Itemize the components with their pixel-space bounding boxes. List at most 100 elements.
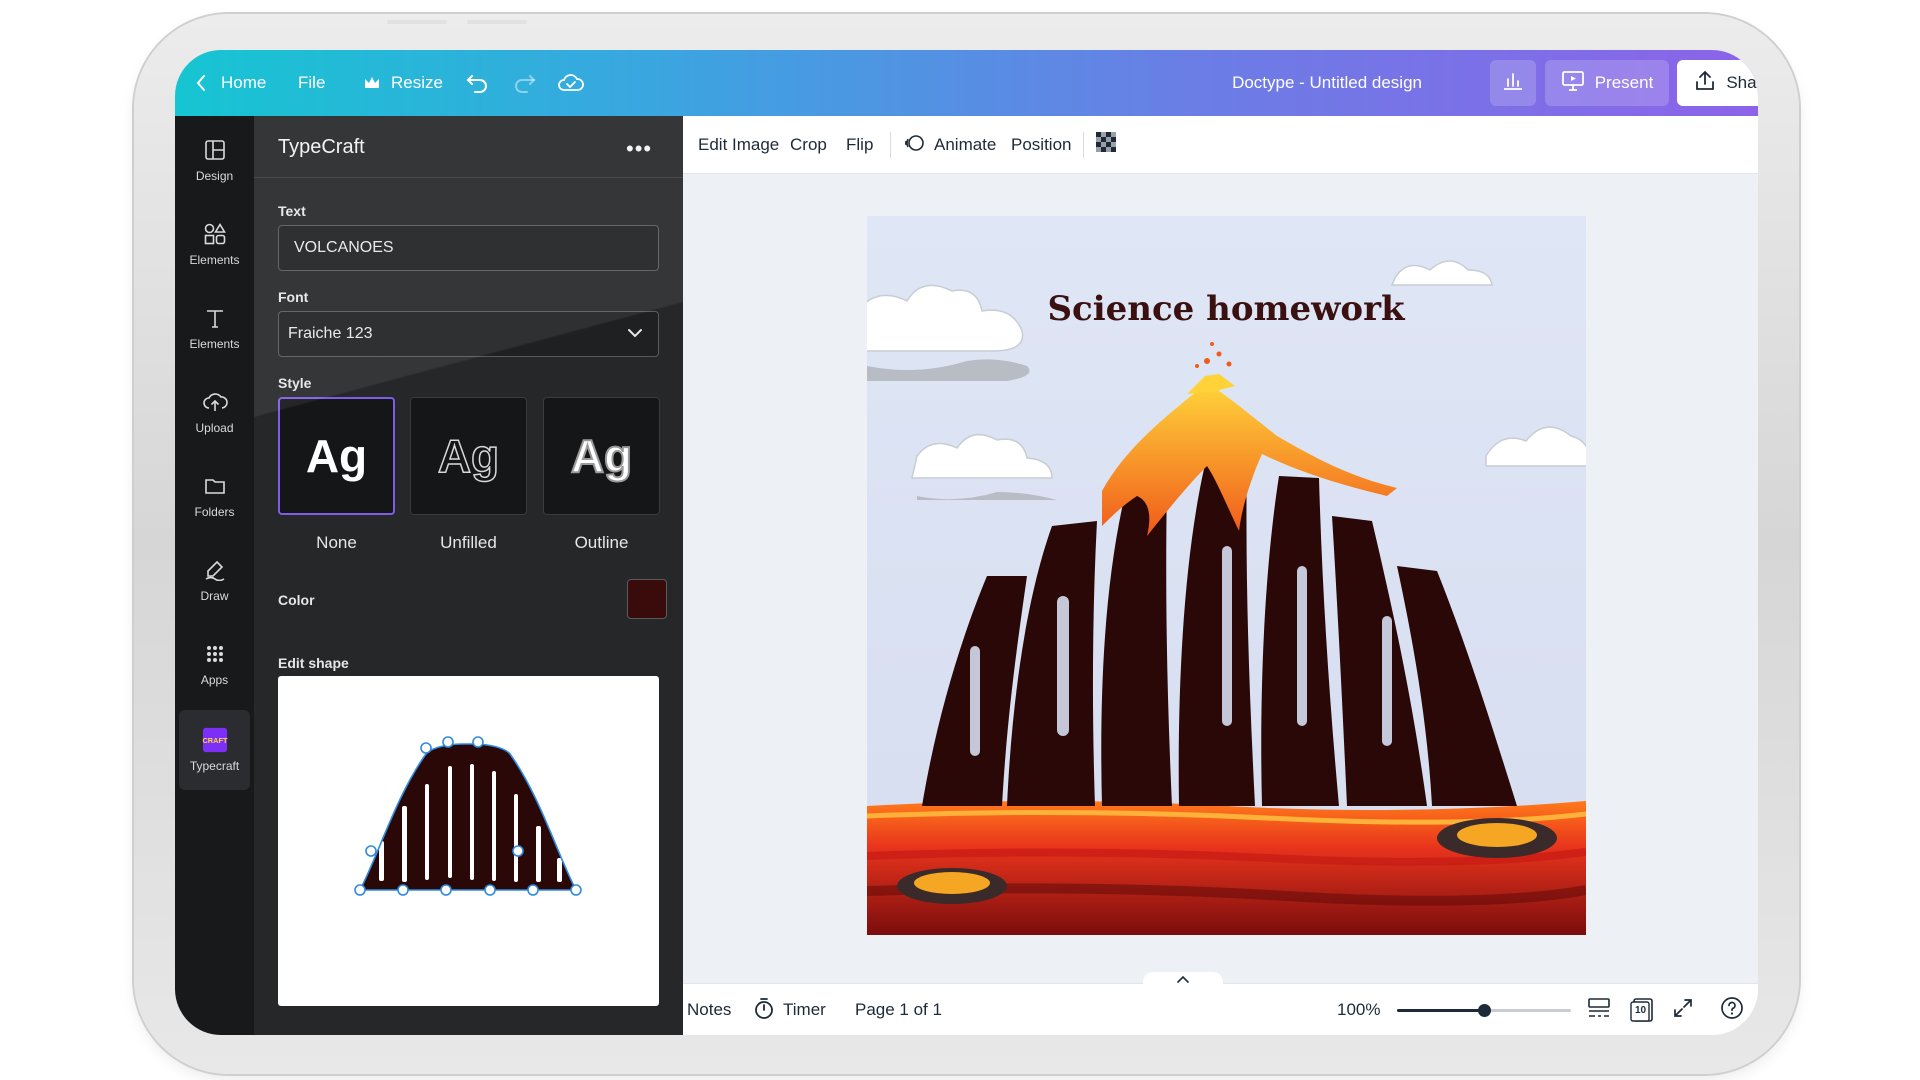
help-button[interactable]: [1720, 984, 1744, 1035]
text-input-value: VOLCANOES: [294, 239, 394, 256]
redo-button[interactable]: [513, 50, 537, 116]
zoom-slider[interactable]: [1397, 1004, 1571, 1017]
panel-header: TypeCraft •••: [254, 116, 683, 178]
position-button[interactable]: Position: [1011, 116, 1071, 174]
transparency-button[interactable]: [1096, 116, 1118, 174]
rail-item-apps[interactable]: Apps: [175, 624, 254, 704]
text-icon: [202, 305, 228, 331]
present-button[interactable]: Present: [1545, 60, 1669, 106]
grid-view-icon: [1587, 997, 1611, 1024]
rail-item-folders[interactable]: Folders: [175, 456, 254, 536]
notes-button[interactable]: Notes: [687, 984, 731, 1035]
crown-icon: [363, 75, 381, 91]
insights-button[interactable]: [1490, 60, 1536, 106]
typecraft-panel: TypeCraft ••• Text VOLCANOES Font Fraich…: [254, 116, 683, 1035]
chevron-up-icon: [1176, 971, 1190, 989]
app-screen: Home File Resize Doctype - Untitled desi…: [175, 50, 1758, 1035]
zoom-slider-thumb[interactable]: [1478, 1004, 1491, 1017]
stopwatch-icon: [753, 996, 775, 1025]
color-swatch[interactable]: [627, 579, 667, 619]
shapes-icon: [202, 221, 228, 247]
design-page[interactable]: Science homework: [867, 216, 1586, 935]
rail-item-design[interactable]: Design: [175, 120, 254, 200]
animate-button[interactable]: Animate: [904, 116, 996, 174]
flip-button[interactable]: Flip: [846, 116, 873, 174]
rail-item-upload[interactable]: Upload: [175, 372, 254, 452]
bottom-bar: Notes Timer Page 1 of 1 100% 10: [683, 972, 1758, 1035]
style-label-unfilled: Unfilled: [440, 533, 497, 552]
style-label: Style: [278, 375, 312, 391]
rail-item-text[interactable]: Elements: [175, 288, 254, 368]
document-title[interactable]: Doctype - Untitled design: [1232, 50, 1422, 116]
canvas-area: Science homework: [683, 174, 1758, 983]
crop-label: Crop: [790, 135, 827, 154]
panel-title: TypeCraft: [278, 136, 365, 158]
pages-icon: 10: [1630, 997, 1656, 1023]
page-indicator-text: Page 1 of 1: [855, 1000, 942, 1019]
flip-label: Flip: [846, 135, 874, 154]
style-option-outline[interactable]: Ag: [543, 397, 660, 515]
crop-button[interactable]: Crop: [790, 116, 827, 174]
cloud-save-button[interactable]: [557, 50, 585, 116]
file-menu-button[interactable]: File: [298, 50, 325, 116]
resize-button[interactable]: Resize: [363, 50, 443, 116]
style-sample-unfilled: Ag: [437, 429, 500, 483]
timer-button[interactable]: Timer: [753, 984, 826, 1035]
expand-icon: [1673, 998, 1693, 1023]
typecraft-logo-text: CRAFT: [202, 736, 228, 745]
edit-image-button[interactable]: Edit Image: [698, 116, 779, 174]
grid-view-button[interactable]: [1587, 984, 1611, 1035]
shape-editor-canvas[interactable]: [278, 676, 659, 1006]
home-label: Home: [221, 73, 267, 92]
resize-label: Resize: [391, 73, 443, 92]
style-label-none: None: [316, 533, 357, 552]
toolbar-divider: [890, 132, 891, 158]
rail-item-draw[interactable]: Draw: [175, 540, 254, 620]
style-option-none[interactable]: Ag: [278, 397, 395, 515]
zoom-percentage[interactable]: 100%: [1337, 984, 1380, 1035]
chevron-left-icon: [195, 73, 207, 93]
rail-item-elements[interactable]: Elements: [175, 204, 254, 284]
style-option-unfilled[interactable]: Ag: [410, 397, 527, 515]
more-options-icon[interactable]: •••: [626, 136, 652, 162]
font-field-label: Font: [278, 289, 309, 305]
page-heading[interactable]: Science homework: [1047, 289, 1406, 329]
rail-label-draw: Draw: [200, 589, 229, 603]
context-toolbar: Edit Image Crop Flip Animate Position: [683, 116, 1758, 174]
undo-button[interactable]: [465, 50, 489, 116]
fullscreen-button[interactable]: [1673, 984, 1693, 1035]
edit-shape-label: Edit shape: [278, 655, 349, 671]
apps-grid-icon: [202, 641, 228, 667]
draw-icon: [202, 557, 228, 583]
share-button[interactable]: Share: [1677, 60, 1758, 106]
chevron-down-icon: [626, 324, 644, 347]
animate-icon: [904, 132, 926, 159]
shape-editor[interactable]: [278, 676, 659, 1006]
collapse-pages-tab[interactable]: [1143, 972, 1223, 988]
animate-label: Animate: [934, 135, 997, 154]
page-indicator: Page 1 of 1: [855, 984, 942, 1035]
typecraft-app-icon: CRAFT: [202, 727, 228, 753]
tablet-frame: Home File Resize Doctype - Untitled desi…: [134, 14, 1799, 1074]
share-label: Share: [1726, 73, 1758, 92]
font-select-value: Fraiche 123: [288, 325, 373, 342]
transparency-checker-icon: [1096, 131, 1118, 159]
rail-label-apps: Apps: [200, 673, 229, 687]
style-label-outline: Outline: [574, 533, 629, 552]
bar-chart-icon: [1502, 71, 1524, 96]
rail-item-typecraft[interactable]: CRAFT Typecraft: [179, 710, 250, 790]
cloud-upload-icon: [202, 389, 228, 415]
text-field-label: Text: [278, 203, 306, 219]
file-label: File: [298, 73, 326, 92]
page-count-button[interactable]: 10: [1630, 984, 1656, 1035]
text-input[interactable]: VOLCANOES: [278, 225, 659, 271]
volcano-illustration: Science homework: [867, 216, 1586, 935]
cloud-check-icon: [557, 72, 585, 94]
tablet-top-button: [467, 20, 527, 24]
style-sample-outline: Ag: [570, 429, 633, 483]
home-button[interactable]: Home: [195, 50, 266, 116]
toolbar-divider: [1083, 132, 1084, 158]
zoom-label: 100%: [1337, 1000, 1381, 1019]
font-select[interactable]: Fraiche 123: [278, 311, 659, 357]
edit-image-label: Edit Image: [698, 135, 780, 154]
